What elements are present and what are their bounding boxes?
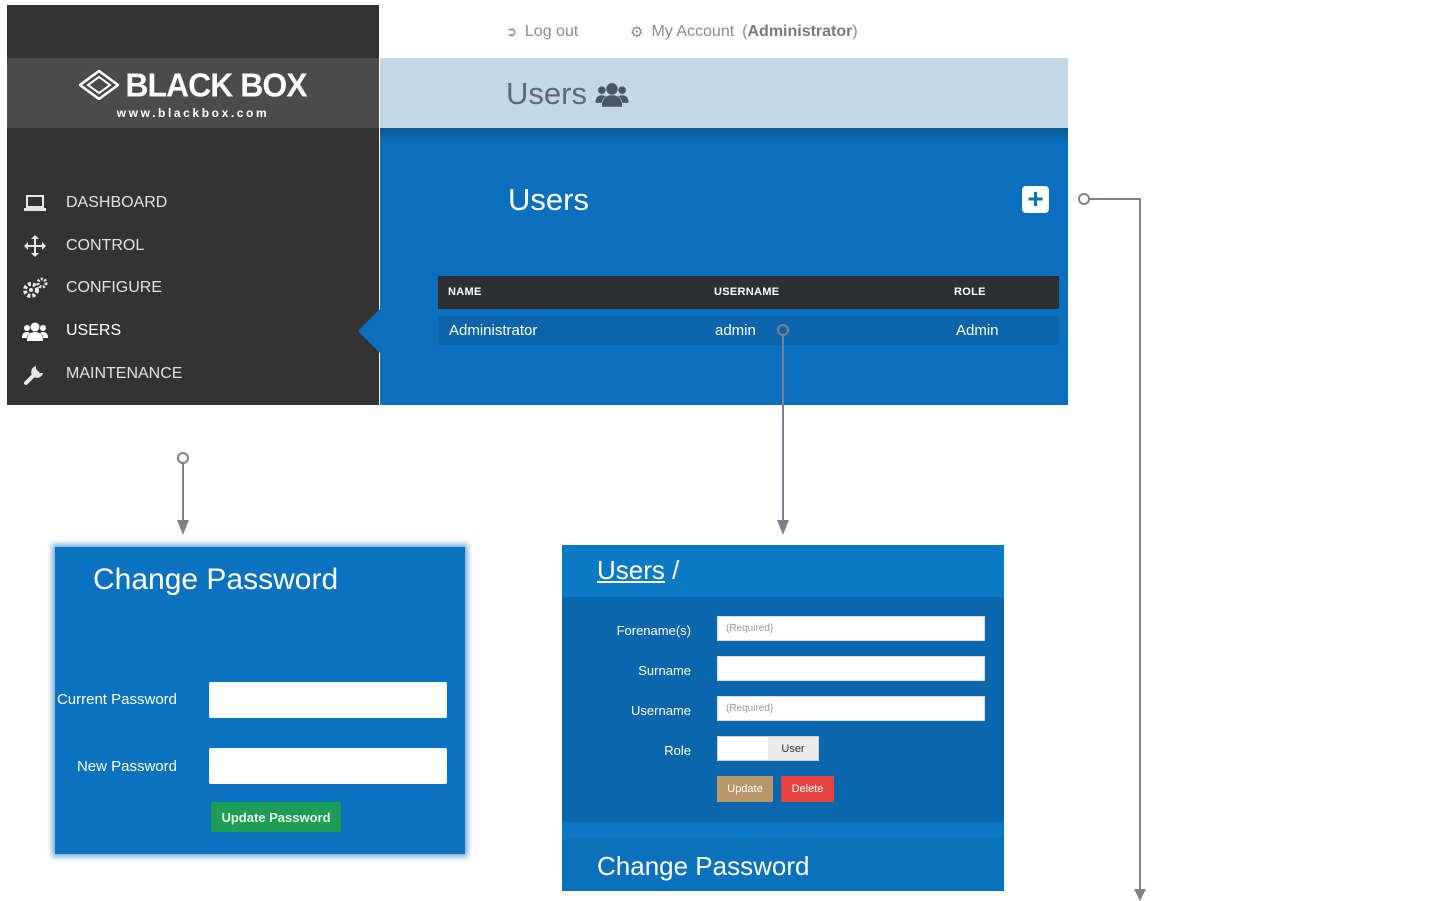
section-divider — [562, 822, 1004, 838]
username-label: Username — [631, 703, 691, 718]
update-button[interactable]: Update — [717, 776, 773, 802]
delete-button[interactable]: Delete — [781, 776, 834, 802]
arrow-down-icon — [777, 520, 789, 535]
current-password-label: Current Password — [56, 691, 177, 708]
dialog-title: Change Password — [93, 563, 339, 596]
arrow-down-icon — [177, 520, 189, 535]
new-password-field[interactable] — [209, 748, 447, 784]
forename-field[interactable] — [717, 616, 985, 641]
role-label: Role — [664, 743, 691, 758]
new-password-label: New Password — [76, 758, 177, 775]
role-toggle-value: User — [768, 737, 818, 760]
dialog-header: Users / — [562, 545, 1004, 597]
breadcrumb-separator: / — [672, 555, 680, 585]
breadcrumb-users-link[interactable]: Users — [597, 555, 665, 585]
user-edit-dialog: Users / Forename(s) Surname Username Rol… — [562, 545, 1004, 891]
surname-label: Surname — [638, 663, 691, 678]
update-password-button[interactable]: Update Password — [211, 802, 341, 832]
role-toggle[interactable]: User — [717, 736, 819, 761]
arrow-down-icon — [1134, 889, 1146, 901]
surname-field[interactable] — [717, 656, 985, 681]
change-password-heading: Change Password — [597, 851, 810, 881]
username-field[interactable] — [717, 696, 985, 721]
current-password-field[interactable] — [209, 682, 447, 718]
forename-label: Forename(s) — [616, 623, 691, 638]
breadcrumb: Users / — [597, 555, 679, 586]
change-password-dialog: Change Password Current Password New Pas… — [55, 547, 465, 854]
